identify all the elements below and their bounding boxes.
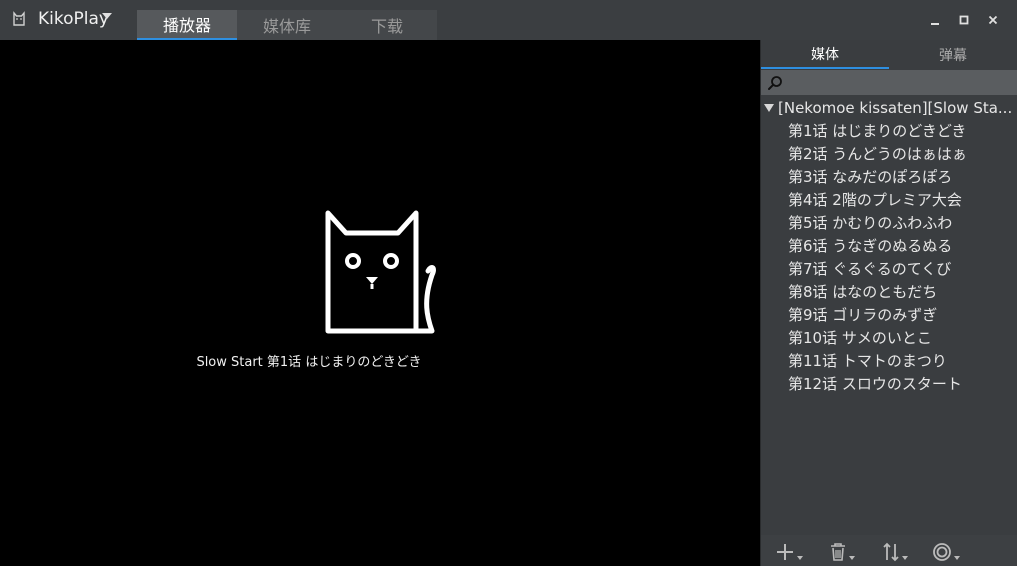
main-tabs: 播放器 媒体库 下载 <box>137 10 437 40</box>
search-input[interactable] <box>787 72 1012 93</box>
tab-library[interactable]: 媒体库 <box>237 10 337 40</box>
maximize-icon <box>959 15 969 25</box>
maximize-button[interactable] <box>953 10 975 30</box>
dropdown-caret-icon <box>849 556 855 560</box>
trash-icon <box>831 543 845 561</box>
app-title[interactable]: KikoPlay <box>38 9 109 29</box>
plus-icon <box>777 544 793 560</box>
locate-button[interactable] <box>932 540 960 562</box>
list-item[interactable]: 第12话 スロウのスタート <box>761 372 1017 395</box>
minimize-button[interactable] <box>924 10 946 30</box>
search-icon <box>768 76 782 90</box>
list-item[interactable]: 第9话 ゴリラのみずぎ <box>761 303 1017 326</box>
app-menu-caret-icon[interactable] <box>102 13 112 19</box>
list-item[interactable]: 第10话 サメのいとこ <box>761 326 1017 349</box>
list-item[interactable]: 第2话 うんどうのはぁはぁ <box>761 142 1017 165</box>
tab-danmaku[interactable]: 弹幕 <box>889 40 1017 69</box>
now-playing-title: Slow Start 第1话 はじまりのどきどき <box>196 355 422 370</box>
minimize-icon <box>931 23 939 25</box>
playlist-toolbar <box>761 535 1017 566</box>
expand-caret-icon[interactable] <box>764 103 774 112</box>
target-icon <box>933 543 951 561</box>
sort-button[interactable] <box>882 540 908 562</box>
list-item[interactable]: 第1话 はじまりのどきどき <box>761 119 1017 142</box>
tab-player[interactable]: 播放器 <box>137 10 237 40</box>
playlist-tree: [Nekomoe kissaten][Slow Sta... 第1话 はじまりの… <box>761 96 1017 395</box>
cat-logo-icon <box>325 210 436 334</box>
list-item[interactable]: 第5话 かむりのふわふわ <box>761 211 1017 234</box>
close-icon <box>988 15 998 25</box>
delete-button[interactable] <box>829 540 855 562</box>
app-logo-icon <box>13 11 25 26</box>
tab-download[interactable]: 下载 <box>337 10 437 40</box>
dropdown-caret-icon <box>954 556 960 560</box>
list-item[interactable]: 第7话 ぐるぐるのてくび <box>761 257 1017 280</box>
video-player[interactable]: Slow Start 第1话 はじまりのどきどき <box>0 40 760 566</box>
search-bar <box>761 70 1017 95</box>
sort-icon <box>883 542 899 562</box>
tree-folder-label: [Nekomoe kissaten][Slow Sta... <box>778 98 1013 117</box>
side-panel: 媒体 弹幕 [Nekomoe kissaten][Slow Sta... 第1话… <box>760 40 1017 566</box>
list-item[interactable]: 第11话 トマトのまつり <box>761 349 1017 372</box>
tab-media[interactable]: 媒体 <box>761 40 889 69</box>
tree-folder[interactable]: [Nekomoe kissaten][Slow Sta... <box>761 96 1017 119</box>
dropdown-caret-icon <box>902 556 908 560</box>
list-item[interactable]: 第6话 うなぎのぬるぬる <box>761 234 1017 257</box>
list-item[interactable]: 第4话 2階のプレミア大会 <box>761 188 1017 211</box>
close-button[interactable] <box>982 10 1004 30</box>
list-item[interactable]: 第3话 なみだのぽろぽろ <box>761 165 1017 188</box>
dropdown-caret-icon <box>797 556 803 560</box>
add-button[interactable] <box>775 540 803 562</box>
title-bar: KikoPlay 播放器 媒体库 下载 <box>0 0 1017 40</box>
list-item[interactable]: 第8话 はなのともだち <box>761 280 1017 303</box>
panel-tabs: 媒体 弹幕 <box>761 40 1017 69</box>
